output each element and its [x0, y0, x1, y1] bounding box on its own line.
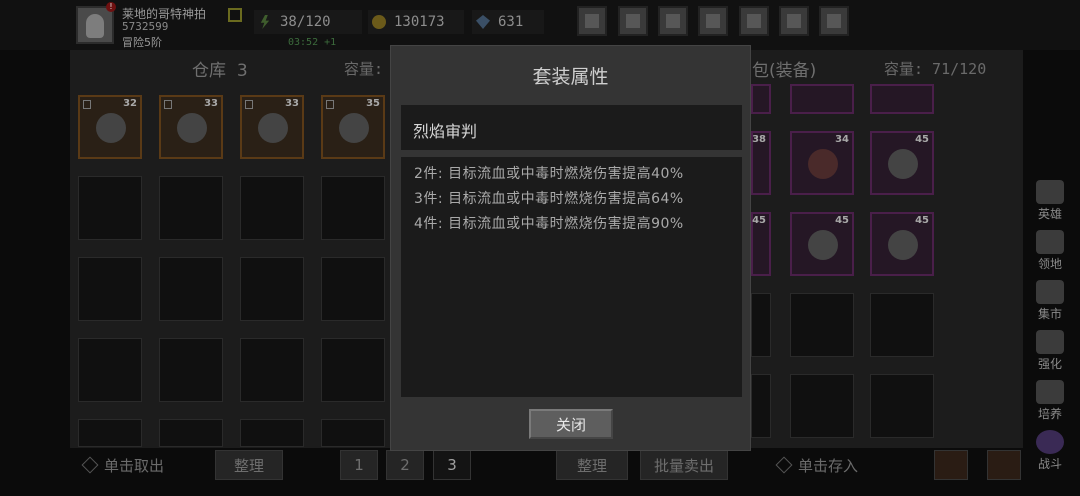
- close-button[interactable]: 关闭: [529, 409, 613, 439]
- modal-title: 套装属性: [532, 66, 609, 88]
- set-bonus-line: 2件: 目标流血或中毒时燃烧伤害提高40%: [414, 166, 684, 182]
- set-name-box: 烈焰审判: [401, 105, 742, 150]
- set-name: 烈焰审判: [413, 122, 478, 141]
- set-attributes-modal: 套装属性 烈焰审判 2件: 目标流血或中毒时燃烧伤害提高40% 3件: 目标流血…: [390, 45, 751, 451]
- set-bonus-line: 3件: 目标流血或中毒时燃烧伤害提高64%: [414, 191, 684, 207]
- set-bonus-line: 4件: 目标流血或中毒时燃烧伤害提高90%: [414, 216, 684, 232]
- set-bonus-list: 2件: 目标流血或中毒时燃烧伤害提高40% 3件: 目标流血或中毒时燃烧伤害提高…: [401, 157, 742, 397]
